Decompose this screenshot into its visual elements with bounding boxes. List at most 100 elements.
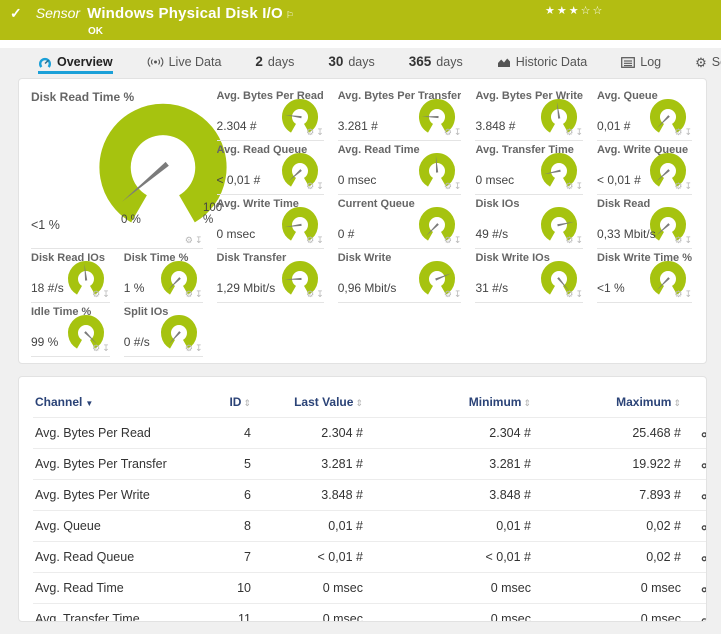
channel-gauge[interactable]: Disk Write Time % <1 % ⚙ ↧ — [597, 249, 692, 303]
tab-label: days — [348, 55, 374, 69]
gauge-settings-icon[interactable]: ⚙ — [306, 289, 314, 300]
gauge-value: 18 #/s — [31, 281, 64, 295]
channel-gauge[interactable]: Disk Write IOs 31 #/s ⚙ ↧ — [475, 249, 583, 303]
gauge-settings-icon[interactable]: ⚙ — [565, 289, 573, 300]
table-row: Avg. Bytes Per Write 6 3.848 # 3.848 # 7… — [33, 480, 707, 511]
channel-gauge[interactable]: Disk Transfer 1,29 Mbit/s ⚙ ↧ — [217, 249, 324, 303]
tab-log[interactable]: Log — [621, 55, 661, 74]
tab-2-days[interactable]: 2 days — [255, 54, 294, 74]
column-header-last-value[interactable]: Last Value⇕ — [253, 385, 365, 418]
gauge-pin-icon[interactable]: ↧ — [454, 235, 462, 246]
gauge-settings-icon[interactable]: ⚙ — [565, 235, 573, 246]
channel-gauge[interactable]: Avg. Bytes Per Read 2.304 # ⚙ ↧ — [217, 87, 324, 141]
gauge-value: 3.281 # — [338, 119, 378, 133]
gauge-settings-icon[interactable]: ⚙ — [92, 343, 100, 354]
gauge-pin-icon[interactable]: ↧ — [575, 289, 583, 300]
column-header-minimum[interactable]: Minimum⇕ — [365, 385, 533, 418]
gauge-settings-icon[interactable]: ⚙ — [444, 181, 452, 192]
channel-gauge[interactable]: Avg. Read Queue < 0,01 # ⚙ ↧ — [217, 141, 324, 195]
cell-last-value: < 0,01 # — [253, 542, 365, 573]
tab-live-data[interactable]: Live Data — [147, 55, 222, 74]
gauge-pin-icon[interactable]: ↧ — [316, 235, 324, 246]
gauge-settings-icon[interactable]: ⚙ — [565, 127, 573, 138]
cell-minimum: 0,01 # — [365, 511, 533, 542]
sort-icon: ⇕ — [355, 398, 363, 408]
gauge-pin-icon[interactable]: ↧ — [684, 181, 692, 192]
gauge-scale-min: 0 % — [121, 214, 141, 226]
priority-stars[interactable]: ★★★☆☆ — [545, 4, 604, 17]
channel-settings-wrench-icon[interactable] — [701, 611, 708, 622]
channel-settings-wrench-icon[interactable] — [701, 487, 708, 503]
gauge-settings-icon[interactable]: ⚙ — [185, 289, 193, 300]
channel-gauge[interactable]: Disk Read 0,33 Mbit/s ⚙ ↧ — [597, 195, 692, 249]
channel-gauge[interactable]: Idle Time % 99 % ⚙ ↧ — [31, 303, 110, 357]
gauge-pin-icon[interactable]: ↧ — [684, 289, 692, 300]
channel-settings-wrench-icon[interactable] — [701, 425, 708, 441]
channel-gauge[interactable]: Avg. Bytes Per Transfer 3.281 # ⚙ ↧ — [338, 87, 462, 141]
tab-settings[interactable]: ⚙ Settings — [695, 55, 721, 74]
gauge-settings-icon[interactable]: ⚙ — [185, 343, 193, 354]
channel-settings-wrench-icon[interactable] — [701, 518, 708, 534]
sensor-header: ✓ Sensor Windows Physical Disk I/O ⚐ ★★★… — [0, 0, 721, 40]
gauge-pin-icon[interactable]: ↧ — [454, 289, 462, 300]
cell-id: 6 — [201, 480, 253, 511]
gauge-settings-icon[interactable]: ⚙ — [674, 289, 682, 300]
gauge-settings-icon[interactable]: ⚙ — [444, 289, 452, 300]
channel-gauge[interactable]: Avg. Queue 0,01 # ⚙ ↧ — [597, 87, 692, 141]
channel-settings-wrench-icon[interactable] — [701, 549, 708, 565]
gauge-pin-icon[interactable]: ↧ — [316, 181, 324, 192]
channel-settings-wrench-icon[interactable] — [701, 580, 708, 596]
gauge-pin-icon[interactable]: ↧ — [316, 127, 324, 138]
flag-icon[interactable]: ⚐ — [286, 10, 294, 21]
gauge-pin-icon[interactable]: ↧ — [684, 235, 692, 246]
gauge-settings-icon[interactable]: ⚙ — [444, 235, 452, 246]
channel-gauge[interactable]: Current Queue 0 # ⚙ ↧ — [338, 195, 462, 249]
tab-overview[interactable]: Overview — [38, 55, 113, 74]
channel-gauge[interactable]: Disk Write 0,96 Mbit/s ⚙ ↧ — [338, 249, 462, 303]
column-header-channel[interactable]: Channel▼ — [33, 385, 201, 418]
cell-minimum: 2.304 # — [365, 418, 533, 449]
gauge-pin-icon[interactable]: ↧ — [195, 289, 203, 300]
gauge-pin-icon[interactable]: ↧ — [102, 343, 110, 354]
channel-gauge[interactable]: Avg. Read Time 0 msec ⚙ ↧ — [338, 141, 462, 195]
channel-gauge[interactable]: Disk Read IOs 18 #/s ⚙ ↧ — [31, 249, 110, 303]
gauge-settings-icon[interactable]: ⚙ — [674, 127, 682, 138]
column-header-id[interactable]: ID⇕ — [201, 385, 253, 418]
gauge-settings-icon[interactable]: ⚙ — [674, 181, 682, 192]
gauge-pin-icon[interactable]: ↧ — [454, 127, 462, 138]
gauge-settings-icon[interactable]: ⚙ — [674, 235, 682, 246]
channel-gauge[interactable]: Avg. Bytes Per Write 3.848 # ⚙ ↧ — [475, 87, 583, 141]
cell-id: 7 — [201, 542, 253, 573]
gauge-pin-icon[interactable]: ↧ — [316, 289, 324, 300]
gauge-settings-icon[interactable]: ⚙ — [92, 289, 100, 300]
cell-id: 4 — [201, 418, 253, 449]
cell-channel: Avg. Read Time — [33, 573, 201, 604]
tab-365-days[interactable]: 365 days — [409, 54, 463, 74]
gauge-pin-icon[interactable]: ↧ — [195, 235, 203, 246]
channel-gauge[interactable]: Avg. Write Time 0 msec ⚙ ↧ — [217, 195, 324, 249]
gauge-pin-icon[interactable]: ↧ — [684, 127, 692, 138]
main-gauge-disk-read-time[interactable]: Disk Read Time % 0 % 100 % <1 % ⚙ ↧ — [31, 87, 203, 249]
gauge-settings-icon[interactable]: ⚙ — [444, 127, 452, 138]
gauge-settings-icon[interactable]: ⚙ — [306, 181, 314, 192]
gauge-settings-icon[interactable]: ⚙ — [306, 235, 314, 246]
tab-historic-data[interactable]: Historic Data — [497, 55, 588, 74]
tab-30-days[interactable]: 30 days — [328, 54, 374, 74]
gauge-pin-icon[interactable]: ↧ — [575, 127, 583, 138]
cell-channel: Avg. Queue — [33, 511, 201, 542]
channel-gauge[interactable]: Split IOs 0 #/s ⚙ ↧ — [124, 303, 203, 357]
gauge-settings-icon[interactable]: ⚙ — [306, 127, 314, 138]
gauge-pin-icon[interactable]: ↧ — [195, 343, 203, 354]
column-header-maximum[interactable]: Maximum⇕ — [533, 385, 683, 418]
gauge-settings-icon[interactable]: ⚙ — [185, 235, 193, 246]
gauge-pin-icon[interactable]: ↧ — [575, 235, 583, 246]
channel-gauge[interactable]: Disk IOs 49 #/s ⚙ ↧ — [475, 195, 583, 249]
gauge-pin-icon[interactable]: ↧ — [102, 289, 110, 300]
gauge-settings-icon[interactable]: ⚙ — [565, 181, 573, 192]
gauge-pin-icon[interactable]: ↧ — [575, 181, 583, 192]
channel-gauge[interactable]: Disk Time % 1 % ⚙ ↧ — [124, 249, 203, 303]
channel-settings-wrench-icon[interactable] — [701, 456, 708, 472]
channel-gauge[interactable]: Avg. Write Queue < 0,01 # ⚙ ↧ — [597, 141, 692, 195]
channel-gauge[interactable]: Avg. Transfer Time 0 msec ⚙ ↧ — [475, 141, 583, 195]
gauge-pin-icon[interactable]: ↧ — [454, 181, 462, 192]
